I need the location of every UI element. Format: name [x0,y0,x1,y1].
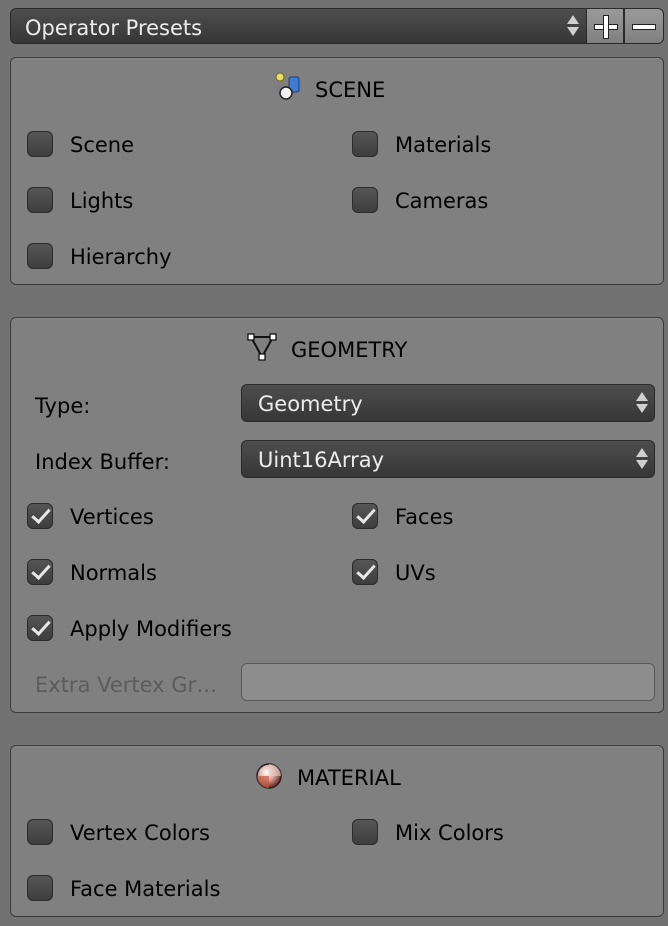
hierarchy-checkbox-label: Hierarchy [70,245,172,269]
material-panel: MATERIAL Vertex Colors Mix Colors Face M… [10,745,664,917]
remove-preset-button[interactable] [624,8,664,44]
up-down-arrows-icon [567,13,579,39]
apply-modifiers-checkbox[interactable] [27,615,53,641]
index-buffer-dropdown[interactable]: Uint16Array [241,440,655,478]
normals-checkbox-label: Normals [70,561,157,585]
operator-presets-dropdown[interactable]: Operator Presets [10,8,588,44]
materials-checkbox[interactable] [352,131,378,157]
check-mark-icon [31,559,51,581]
faces-checkbox-label: Faces [395,505,454,529]
scene-checkbox[interactable] [27,131,53,157]
vertices-checkbox-label: Vertices [70,505,154,529]
scene-panel-title: SCENE [315,78,386,102]
mix-colors-checkbox-label: Mix Colors [395,821,504,845]
uvs-checkbox-label: UVs [395,561,436,585]
vertices-checkbox[interactable] [27,503,53,529]
vertex-colors-checkbox[interactable] [27,819,53,845]
type-label: Type: [35,394,91,418]
material-panel-title: MATERIAL [297,766,401,790]
up-down-arrows-icon [636,446,648,472]
lights-checkbox[interactable] [27,187,53,213]
mesh-triangle-icon [247,332,277,366]
add-preset-button[interactable] [586,8,624,44]
geometry-panel-header: GEOMETRY [11,318,663,378]
material-panel-header: MATERIAL [11,746,663,806]
scene-panel: SCENE Scene Materials Lights Cameras Hie… [10,57,664,285]
apply-modifiers-checkbox-label: Apply Modifiers [70,617,232,641]
scene-icon [275,72,305,106]
type-dropdown[interactable]: Geometry [241,384,655,422]
check-mark-icon [31,503,51,525]
check-mark-icon [356,559,376,581]
mix-colors-checkbox[interactable] [352,819,378,845]
up-down-arrows-icon [636,390,648,416]
material-sphere-icon [255,762,285,796]
cameras-checkbox[interactable] [352,187,378,213]
scene-panel-header: SCENE [11,58,663,118]
index-buffer-label: Index Buffer: [35,450,170,474]
check-mark-icon [356,503,376,525]
extra-vertex-groups-label: Extra Vertex Gr… [35,673,218,697]
face-materials-checkbox-label: Face Materials [70,877,221,901]
faces-checkbox[interactable] [352,503,378,529]
check-mark-icon [31,615,51,637]
extra-vertex-groups-field[interactable] [241,663,655,701]
scene-checkbox-label: Scene [70,133,135,157]
hierarchy-checkbox[interactable] [27,243,53,269]
operator-presets-label: Operator Presets [25,16,203,40]
normals-checkbox[interactable] [27,559,53,585]
lights-checkbox-label: Lights [70,189,134,213]
cameras-checkbox-label: Cameras [395,189,489,213]
operator-presets-bar: Operator Presets [10,8,664,46]
vertex-colors-checkbox-label: Vertex Colors [70,821,210,845]
materials-checkbox-label: Materials [395,133,492,157]
type-dropdown-value: Geometry [258,392,363,416]
index-buffer-dropdown-value: Uint16Array [258,448,385,472]
face-materials-checkbox[interactable] [27,875,53,901]
uvs-checkbox[interactable] [352,559,378,585]
geometry-panel-title: GEOMETRY [291,338,408,362]
geometry-panel: GEOMETRY Type: Geometry Index Buffer: Ui… [10,317,664,713]
